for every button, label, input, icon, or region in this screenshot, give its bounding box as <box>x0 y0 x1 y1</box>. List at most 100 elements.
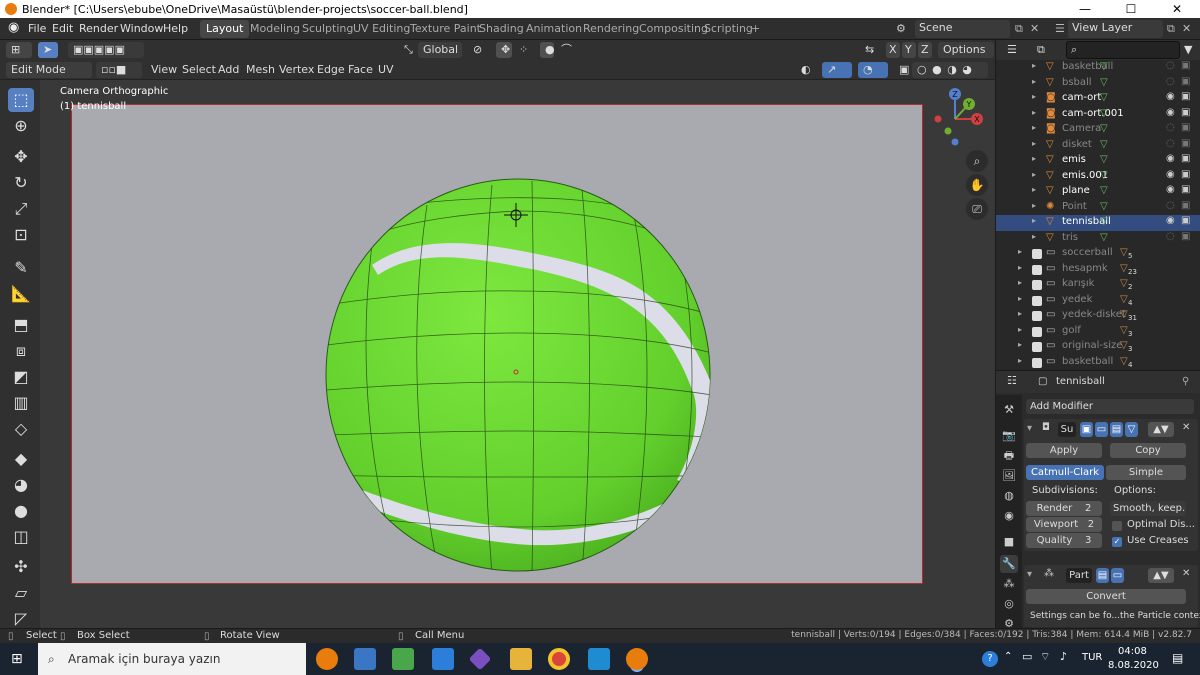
visibility-eye-icon[interactable]: ◌ <box>1166 76 1175 87</box>
menu-select[interactable]: Select <box>182 63 216 76</box>
mirror-z-toggle[interactable]: Z <box>918 42 932 58</box>
view-layer-tab-icon[interactable]: 🖼 <box>1000 467 1018 485</box>
remove-view-layer-icon[interactable]: ✕ <box>1182 22 1191 35</box>
pan-hand-icon[interactable]: ✋ <box>966 174 988 196</box>
collection-checkbox[interactable] <box>1032 264 1042 275</box>
menu-help[interactable]: Help <box>163 22 188 35</box>
expand-arrow-icon[interactable]: ▸ <box>1032 154 1036 163</box>
remove-scene-icon[interactable]: ✕ <box>1030 22 1039 35</box>
outliner-row[interactable]: ▸ ▭ karışık ▽ 2 <box>996 277 1200 293</box>
expand-arrow-icon[interactable]: ▸ <box>1032 170 1036 179</box>
taskbar-date[interactable]: 8.08.2020 <box>1108 660 1159 671</box>
expand-arrow-icon[interactable]: ▸ <box>1032 108 1036 117</box>
show-overlays-icon[interactable]: ◔ <box>858 62 888 78</box>
render-visibility-icon[interactable]: ▣ <box>1181 184 1190 195</box>
edit-mode-toggle-icon[interactable]: ▣ <box>1080 422 1093 437</box>
smooth-tool-icon[interactable]: ● <box>8 499 34 523</box>
visibility-eye-icon[interactable]: ◌ <box>1166 200 1175 211</box>
outliner-search-input[interactable]: ⌕ <box>1066 41 1180 59</box>
properties-editor-type-icon[interactable]: ☷ <box>1002 373 1026 389</box>
subsurf-name-field[interactable]: Su <box>1058 422 1076 437</box>
app-taskbar-icon[interactable] <box>468 647 492 671</box>
visibility-eye-icon[interactable]: ◉ <box>1166 169 1175 180</box>
expand-arrow-icon[interactable]: ▸ <box>1018 309 1022 318</box>
windows-start-icon[interactable]: ⊞ <box>11 651 23 667</box>
shear-tool-icon[interactable]: ▱ <box>8 581 34 605</box>
extrude-tool-icon[interactable]: ⬒ <box>8 313 34 337</box>
edge-slide-tool-icon[interactable]: ◫ <box>8 525 34 549</box>
tennisball-object[interactable] <box>72 105 924 585</box>
render-tab-icon[interactable]: 📷 <box>1000 427 1018 445</box>
menu-uv[interactable]: UV <box>378 63 394 76</box>
on-cage-toggle-icon[interactable]: ▽ <box>1125 422 1138 437</box>
outliner-row[interactable]: ▸ ▽ bsball ▽ ◌ ▣ <box>996 76 1200 92</box>
modifier-tab-icon[interactable]: 🔧 <box>1000 555 1018 573</box>
render-toggle-icon[interactable]: ▤ <box>1110 422 1123 437</box>
use-creases-checkbox[interactable]: ✓ <box>1112 537 1122 547</box>
expand-arrow-icon[interactable]: ▸ <box>1018 356 1022 365</box>
particle-collapse-arrow-icon[interactable]: ▾ <box>1027 569 1032 580</box>
expand-arrow-icon[interactable]: ▸ <box>1032 139 1036 148</box>
shading-mode-icons[interactable]: ○ ● ◑ ◕ <box>912 62 988 78</box>
tool-tab-icon[interactable]: ⚒ <box>1000 401 1018 419</box>
tab-layout[interactable]: Layout <box>200 20 250 38</box>
taskbar-time[interactable]: 04:08 <box>1118 646 1147 657</box>
3d-viewport[interactable]: Camera Orthographic (1) tennisball Z X Y… <box>40 80 995 628</box>
viewport-gizmo-icon[interactable]: ◐ <box>796 62 822 78</box>
outliner-row[interactable]: ▸ ▭ basketball ▽ 4 <box>996 355 1200 371</box>
render-visibility-icon[interactable]: ▣ <box>1181 138 1190 149</box>
select-mode-icons[interactable]: ▣▣▣▣▣ <box>68 42 144 58</box>
expand-arrow-icon[interactable]: ▸ <box>1032 185 1036 194</box>
mirror-x-toggle[interactable]: X <box>886 42 900 58</box>
visibility-eye-icon[interactable]: ◉ <box>1166 91 1175 102</box>
outliner-row[interactable]: ▸ ▽ basketball ▽ ◌ ▣ <box>996 60 1200 76</box>
outliner-row[interactable]: ▸ ▽ emis.001 ▽ ◉ ▣ <box>996 169 1200 185</box>
mirror-y-toggle[interactable]: Y <box>902 42 916 58</box>
outliner-row[interactable]: ▸ ✺ Point ▽ ◌ ▣ <box>996 200 1200 216</box>
mode-dropdown[interactable]: Edit Mode <box>6 62 92 78</box>
particle-name-field[interactable]: Part <box>1066 568 1092 583</box>
rotate-tool-icon[interactable]: ↻ <box>8 171 34 195</box>
chrome-taskbar-icon[interactable] <box>548 648 570 670</box>
camera-view-icon[interactable]: ⎚ <box>966 198 988 220</box>
show-gizmo-icon[interactable]: ↗ <box>822 62 852 78</box>
render-visibility-icon[interactable]: ▣ <box>1181 122 1190 133</box>
minimize-button[interactable]: — <box>1062 0 1108 18</box>
expand-arrow-icon[interactable]: ▸ <box>1032 61 1036 70</box>
menu-view[interactable]: View <box>151 63 177 76</box>
editor-type-icon[interactable]: ⊞ <box>6 42 32 58</box>
collection-checkbox[interactable] <box>1032 342 1042 352</box>
convert-button[interactable]: Convert <box>1026 589 1186 604</box>
visibility-eye-icon[interactable]: ◉ <box>1166 215 1175 226</box>
render-visibility-icon[interactable]: ▣ <box>1181 91 1190 102</box>
collection-checkbox[interactable] <box>1032 357 1042 368</box>
optimal-display-checkbox[interactable] <box>1112 521 1122 531</box>
outliner-row[interactable]: ▸ ▽ tris ▽ ◌ ▣ <box>996 231 1200 247</box>
render-visibility-icon[interactable]: ▣ <box>1181 76 1190 87</box>
render-levels-field[interactable]: Render 2 <box>1026 501 1102 516</box>
expand-arrow-icon[interactable]: ▸ <box>1018 294 1022 303</box>
outliner-row[interactable]: ▸ ▭ soccerball ▽ 5 <box>996 246 1200 262</box>
display-mode-icon[interactable]: ⧉ <box>1032 42 1056 58</box>
photos-taskbar-icon[interactable] <box>588 648 610 670</box>
spin-tool-icon[interactable]: ◕ <box>8 473 34 497</box>
expand-arrow-icon[interactable]: ▸ <box>1032 216 1036 225</box>
physics-tab-icon[interactable]: ◎ <box>1000 595 1018 613</box>
outliner-row[interactable]: ▸ ◙ Camera ▽ ◌ ▣ <box>996 122 1200 138</box>
loop-cut-tool-icon[interactable]: ▥ <box>8 391 34 415</box>
rip-tool-icon[interactable]: ◸ <box>8 607 34 628</box>
file-explorer-taskbar-icon[interactable] <box>510 648 532 670</box>
output-tab-icon[interactable]: 🖶 <box>1000 447 1018 465</box>
outliner-row[interactable]: ▸ ▽ emis ▽ ◉ ▣ <box>996 153 1200 169</box>
expand-arrow-icon[interactable]: ▸ <box>1032 123 1036 132</box>
visibility-eye-icon[interactable]: ◌ <box>1166 138 1175 149</box>
navigation-gizmo[interactable]: Z X Y <box>928 86 988 156</box>
object-tab-icon[interactable]: ■ <box>1000 533 1018 551</box>
cursor-tool-icon[interactable]: ⊕ <box>8 114 34 138</box>
select-mode-vertex-edge-face[interactable]: ▫▫■ <box>96 62 142 78</box>
world-tab-icon[interactable]: ◉ <box>1000 507 1018 525</box>
copy-button[interactable]: Copy <box>1110 443 1186 458</box>
transform-tool-icon[interactable]: ⊡ <box>8 223 34 247</box>
menu-file[interactable]: File <box>28 22 46 35</box>
expand-arrow-icon[interactable]: ▸ <box>1032 77 1036 86</box>
